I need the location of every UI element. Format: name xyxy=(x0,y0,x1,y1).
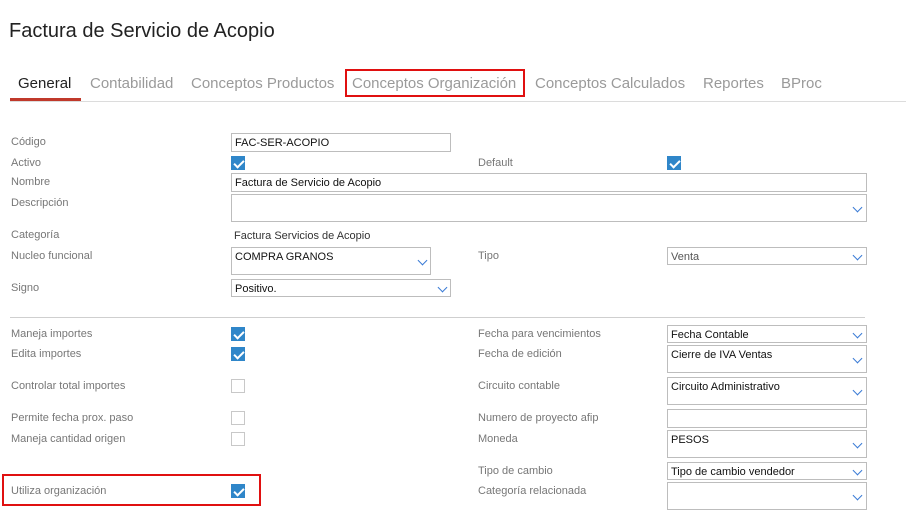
signo-label: Signo xyxy=(11,282,40,294)
fecha-edicion-label: Fecha de edición xyxy=(478,348,562,360)
edita-importes-checkbox[interactable] xyxy=(231,347,245,361)
maneja-cantidad-checkbox[interactable] xyxy=(231,432,245,446)
active-tab-indicator xyxy=(10,98,81,101)
nucleo-funcional-select[interactable]: COMPRA GRANOS xyxy=(231,247,431,275)
default-label: Default xyxy=(478,157,513,169)
tipo-cambio-label: Tipo de cambio xyxy=(478,465,553,477)
nucleo-funcional-label: Nucleo funcional xyxy=(11,250,93,262)
categoria-label: Categoría xyxy=(11,229,60,241)
descripcion-label: Descripción xyxy=(11,197,69,209)
categoria-relacionada-label: Categoría relacionada xyxy=(478,485,587,497)
codigo-label: Código xyxy=(11,136,46,148)
tab-general[interactable]: General xyxy=(18,75,71,92)
categoria-value: Factura Servicios de Acopio xyxy=(234,230,371,242)
descripcion-field[interactable] xyxy=(231,194,867,222)
categoria-relacionada-select[interactable] xyxy=(667,482,867,510)
tab-conceptos-productos[interactable]: Conceptos Productos xyxy=(191,75,334,92)
moneda-label: Moneda xyxy=(478,433,518,445)
numero-proyecto-field[interactable] xyxy=(667,409,867,428)
maneja-cantidad-label: Maneja cantidad origen xyxy=(11,433,126,445)
maneja-importes-label: Maneja importes xyxy=(11,328,93,340)
tipo-label: Tipo xyxy=(478,250,499,262)
codigo-field[interactable]: FAC-SER-ACOPIO xyxy=(231,133,451,152)
fecha-vencimientos-label: Fecha para vencimientos xyxy=(478,328,601,340)
numero-proyecto-label: Numero de proyecto afip xyxy=(478,412,599,424)
highlight-tab-conceptos-organizacion xyxy=(345,69,525,97)
maneja-importes-checkbox[interactable] xyxy=(231,327,245,341)
fecha-vencimientos-select[interactable]: Fecha Contable xyxy=(667,325,867,343)
tab-conceptos-calculados[interactable]: Conceptos Calculados xyxy=(535,75,685,92)
controlar-total-label: Controlar total importes xyxy=(11,380,126,392)
activo-checkbox[interactable] xyxy=(231,156,245,170)
controlar-total-checkbox[interactable] xyxy=(231,379,245,393)
permite-fecha-label: Permite fecha prox. paso xyxy=(11,412,134,424)
tipo-cambio-select[interactable]: Tipo de cambio vendedor xyxy=(667,462,867,480)
section-divider xyxy=(10,317,865,318)
activo-label: Activo xyxy=(11,157,41,169)
fecha-edicion-select[interactable]: Cierre de IVA Ventas xyxy=(667,345,867,373)
circuito-contable-label: Circuito contable xyxy=(478,380,560,392)
permite-fecha-checkbox[interactable] xyxy=(231,411,245,425)
default-checkbox[interactable] xyxy=(667,156,681,170)
nombre-label: Nombre xyxy=(11,176,51,188)
tab-contabilidad[interactable]: Contabilidad xyxy=(90,75,173,92)
page-title: Factura de Servicio de Acopio xyxy=(9,20,275,42)
edita-importes-label: Edita importes xyxy=(11,348,82,360)
highlight-utiliza-organizacion xyxy=(2,474,261,506)
tipo-select[interactable]: Venta xyxy=(667,247,867,265)
circuito-contable-select[interactable]: Circuito Administrativo xyxy=(667,377,867,405)
nombre-field[interactable]: Factura de Servicio de Acopio xyxy=(231,173,867,192)
tab-bproc[interactable]: BProc xyxy=(781,75,822,92)
moneda-select[interactable]: PESOS xyxy=(667,430,867,458)
signo-select[interactable]: Positivo. xyxy=(231,279,451,297)
tab-reportes[interactable]: Reportes xyxy=(703,75,764,92)
